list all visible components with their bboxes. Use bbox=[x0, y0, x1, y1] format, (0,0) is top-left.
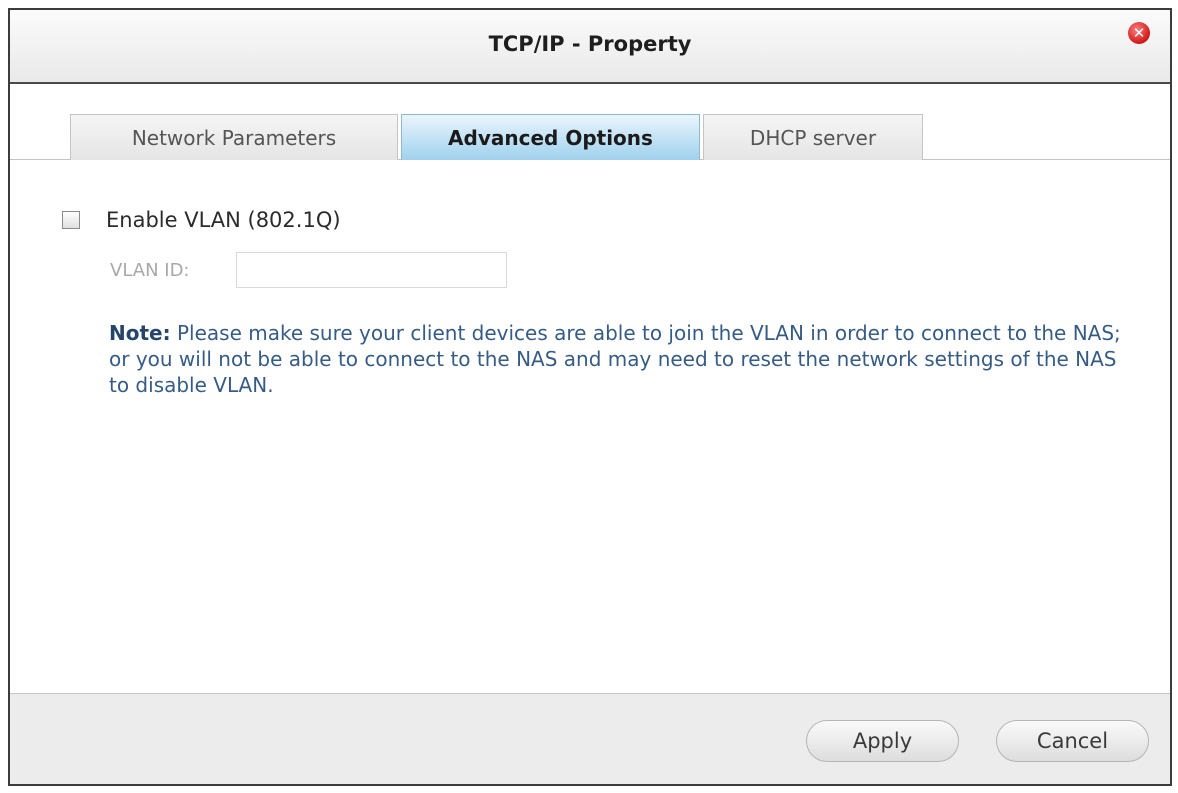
tab-bar: Network Parameters Advanced Options DHCP… bbox=[70, 114, 926, 160]
enable-vlan-checkbox[interactable] bbox=[62, 211, 80, 229]
note-text: Please make sure your client devices are… bbox=[109, 321, 1121, 397]
dialog-footer: Apply Cancel bbox=[10, 693, 1170, 784]
tcpip-property-dialog: TCP/IP - Property ✕ Network Parameters A… bbox=[8, 8, 1172, 786]
tab-dhcp-server[interactable]: DHCP server bbox=[703, 114, 923, 160]
cancel-button[interactable]: Cancel bbox=[996, 720, 1149, 762]
enable-vlan-label[interactable]: Enable VLAN (802.1Q) bbox=[106, 208, 341, 232]
note-prefix: Note: bbox=[109, 321, 171, 345]
close-icon[interactable]: ✕ bbox=[1128, 22, 1150, 44]
vlan-note: Note: Please make sure your client devic… bbox=[109, 320, 1139, 398]
dialog-title: TCP/IP - Property bbox=[488, 32, 692, 56]
vlan-id-row: VLAN ID: bbox=[110, 252, 507, 288]
enable-vlan-row: Enable VLAN (802.1Q) bbox=[62, 208, 341, 232]
vlan-id-input[interactable] bbox=[236, 252, 507, 288]
vlan-id-label: VLAN ID: bbox=[110, 259, 190, 281]
tab-advanced-options[interactable]: Advanced Options bbox=[401, 114, 700, 160]
tab-network-parameters[interactable]: Network Parameters bbox=[70, 114, 398, 160]
dialog-titlebar: TCP/IP - Property ✕ bbox=[10, 10, 1170, 84]
apply-button[interactable]: Apply bbox=[806, 720, 959, 762]
